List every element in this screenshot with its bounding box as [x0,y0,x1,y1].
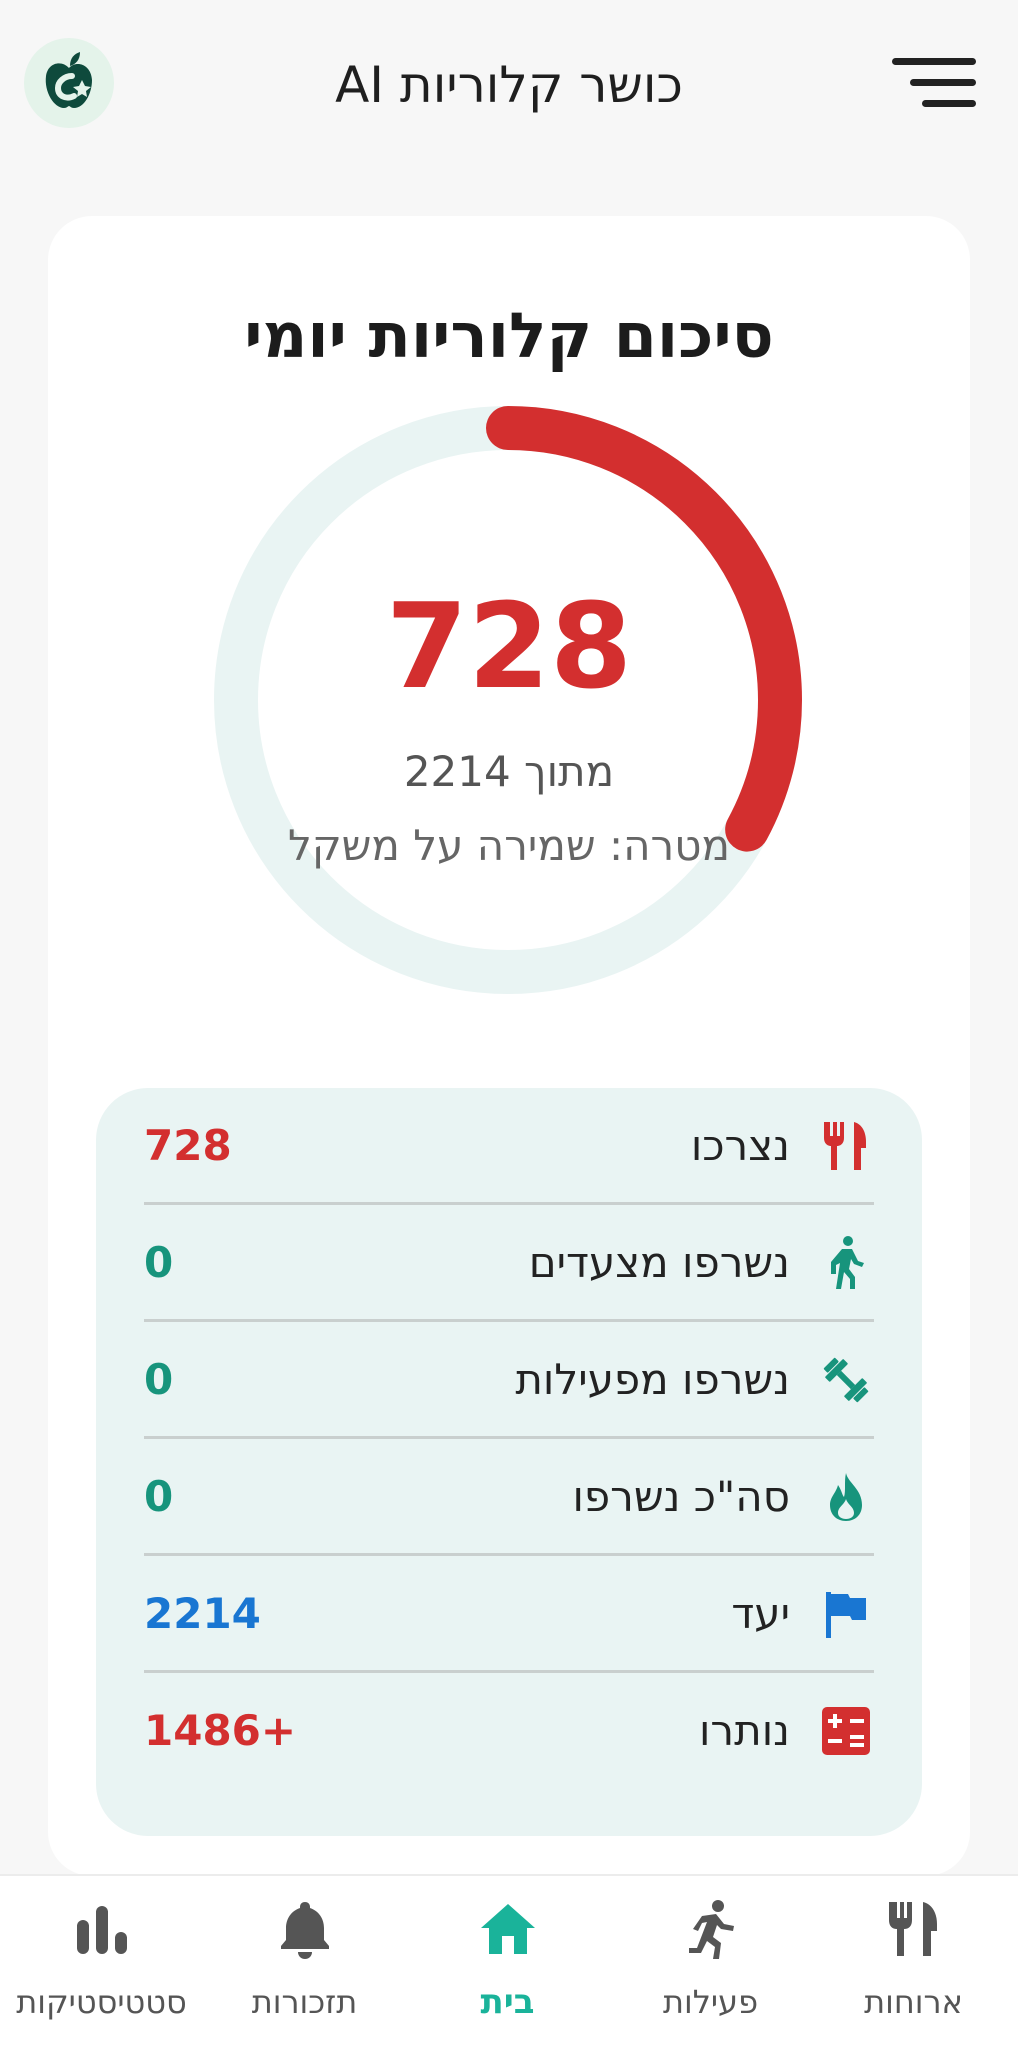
card-title: סיכום קלוריות יומי [244,299,774,372]
nav-home[interactable]: בית [406,1876,609,2048]
app-title: כושר קלוריות AI [335,56,683,114]
fork-knife-icon [818,1118,874,1174]
row-activity-burned: נשרפו מפעילות 0 [144,1322,874,1439]
row-consumed: נצרכו 728 [144,1088,874,1205]
daily-summary-card: סיכום קלוריות יומי 728 מתוך 2214 מטרה: ש… [48,216,970,1876]
nav-meals[interactable]: ארוחות [812,1876,1015,2048]
hamburger-menu-icon[interactable] [892,56,976,110]
apple-logo-icon[interactable] [24,38,114,128]
row-value: 2214 [144,1589,261,1638]
row-label: נותרו [698,1706,790,1755]
nav-reminders[interactable]: תזכורות [203,1876,406,2048]
row-remaining: נותרו 1486+ [144,1673,874,1790]
fork-knife-icon [883,1898,945,1960]
calorie-breakdown-list: נצרכו 728 נשרפו מצעדים 0 נשרפו מפעילות 0… [96,1088,922,1836]
out-of-total-text: מתוך 2214 [403,747,615,796]
row-label: נצרכו [690,1121,790,1170]
row-label: נשרפו מפעילות [515,1355,790,1404]
row-label: סה"כ נשרפו [572,1472,790,1521]
row-label: יעד [731,1589,790,1638]
flag-icon [818,1586,874,1642]
row-steps-burned: נשרפו מצעדים 0 [144,1205,874,1322]
bar-chart-icon [71,1898,133,1960]
row-goal: יעד 2214 [144,1556,874,1673]
row-value: 0 [144,1238,174,1287]
goal-text: מטרה: שמירה על משקל [287,821,731,870]
row-value: 728 [144,1121,232,1170]
app-header: כושר קלוריות AI [0,0,1018,180]
row-value: 0 [144,1355,174,1404]
calculator-icon [818,1703,874,1759]
row-value: 0 [144,1472,174,1521]
bottom-navigation: סטטיסטיקות תזכורות בית פעילות ארוחות [0,1874,1018,2048]
nav-label: תזכורות [251,1983,358,2021]
dumbbell-icon [818,1352,874,1408]
row-label: נשרפו מצעדים [528,1238,790,1287]
row-total-burned: סה"כ נשרפו 0 [144,1439,874,1556]
nav-statistics[interactable]: סטטיסטיקות [0,1876,203,2048]
home-icon [477,1898,539,1960]
running-icon [680,1898,742,1960]
nav-activity[interactable]: פעילות [609,1876,812,2048]
consumed-calories-value: 728 [385,577,633,715]
nav-label: סטטיסטיקות [16,1983,187,2021]
nav-label: פעילות [662,1983,759,2021]
walking-icon [818,1235,874,1291]
flame-icon [818,1469,874,1525]
nav-label: ארוחות [864,1983,963,2021]
row-value: 1486+ [144,1706,297,1755]
nav-label: בית [480,1982,535,2022]
bell-icon [274,1898,336,1960]
